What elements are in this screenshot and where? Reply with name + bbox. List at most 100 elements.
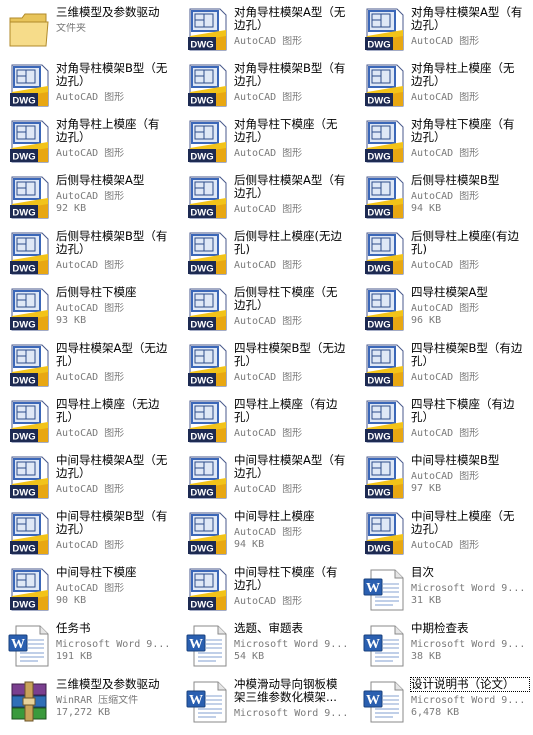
file-item[interactable]: W 任务书 Microsoft Word 9... 191 KB [2, 618, 177, 674]
svg-text:DWG: DWG [190, 376, 213, 387]
file-name: 任务书 [56, 622, 91, 635]
file-name: 中间导柱模架A型（有 边孔） [234, 454, 346, 480]
file-item[interactable]: DWG 四导柱模架B型（无边 孔） AutoCAD 图形 [180, 338, 355, 394]
file-name: 中间导柱模架B型（有 边孔） [56, 510, 168, 536]
file-type: Microsoft Word 9... [411, 695, 526, 706]
svg-text:DWG: DWG [12, 600, 35, 611]
dwg-file-icon: DWG [6, 230, 52, 276]
file-item[interactable]: DWG 四导柱模架A型（无边 孔） AutoCAD 图形 [2, 338, 177, 394]
file-size: 6,478 KB [411, 707, 460, 718]
dwg-file-icon: DWG [6, 398, 52, 444]
dwg-file-icon: DWG [361, 398, 407, 444]
file-item[interactable]: DWG 对角导柱模架B型（有 边孔） AutoCAD 图形 [180, 58, 355, 114]
dwg-file-icon: DWG [6, 342, 52, 388]
file-type: AutoCAD 图形 [411, 148, 480, 159]
file-item[interactable]: DWG 四导柱模架B型（有边 孔） AutoCAD 图形 [357, 338, 532, 394]
file-item[interactable]: DWG 后侧导柱下模座 AutoCAD 图形 93 KB [2, 282, 177, 338]
file-type: AutoCAD 图形 [56, 583, 125, 594]
file-size: 94 KB [411, 203, 442, 214]
file-item[interactable]: DWG 四导柱上模座（有边 孔） AutoCAD 图形 [180, 394, 355, 450]
file-size: 31 KB [411, 595, 442, 606]
file-item[interactable]: DWG 对角导柱模架B型（无 边孔） AutoCAD 图形 [2, 58, 177, 114]
file-item[interactable]: DWG 对角导柱下模座（无 边孔） AutoCAD 图形 [180, 114, 355, 170]
file-name: 对角导柱上模座（有 边孔） [56, 118, 160, 144]
dwg-file-icon: DWG [184, 174, 230, 220]
svg-text:DWG: DWG [190, 96, 213, 107]
file-item[interactable]: W 设计说明书（论文） Microsoft Word 9... 6,478 KB [357, 674, 532, 730]
file-item[interactable]: DWG 中间导柱模架B型（有 边孔） AutoCAD 图形 [2, 506, 177, 562]
file-item[interactable]: DWG 后侧导柱上模座(有边 孔) AutoCAD 图形 [357, 226, 532, 282]
file-type: AutoCAD 图形 [234, 428, 303, 439]
file-name: 四导柱模架B型（有边 孔） [411, 342, 523, 368]
svg-text:DWG: DWG [12, 152, 35, 163]
file-type: AutoCAD 图形 [56, 540, 125, 551]
file-item[interactable]: DWG 后侧导柱模架B型（有 边孔） AutoCAD 图形 [2, 226, 177, 282]
file-type: AutoCAD 图形 [234, 92, 303, 103]
file-size: 90 KB [56, 595, 87, 606]
file-item[interactable]: W 目次 Microsoft Word 9... 31 KB [357, 562, 532, 618]
file-name: 后侧导柱模架B型 [411, 174, 500, 187]
file-item[interactable]: DWG 四导柱上模座（无边 孔） AutoCAD 图形 [2, 394, 177, 450]
file-name: 中间导柱上模座 [234, 510, 315, 523]
file-item[interactable]: DWG 对角导柱上模座（无 边孔） AutoCAD 图形 [357, 58, 532, 114]
svg-text:DWG: DWG [190, 432, 213, 443]
file-item[interactable]: DWG 后侧导柱上模座(无边 孔) AutoCAD 图形 [180, 226, 355, 282]
file-name: 设计说明书（论文） [410, 677, 530, 692]
word-doc-icon: W [6, 622, 52, 668]
svg-text:DWG: DWG [367, 488, 390, 499]
svg-text:DWG: DWG [367, 320, 390, 331]
svg-text:DWG: DWG [12, 264, 35, 275]
file-item[interactable]: DWG 后侧导柱模架A型 AutoCAD 图形 92 KB [2, 170, 177, 226]
file-item[interactable]: W 中期检查表 Microsoft Word 9... 38 KB [357, 618, 532, 674]
svg-text:DWG: DWG [12, 320, 35, 331]
dwg-file-icon: DWG [184, 286, 230, 332]
winrar-archive-icon [6, 678, 52, 724]
file-item[interactable]: DWG 对角导柱模架A型（有 边孔） AutoCAD 图形 [357, 2, 532, 58]
svg-text:DWG: DWG [367, 208, 390, 219]
svg-text:W: W [366, 637, 380, 652]
svg-text:DWG: DWG [190, 40, 213, 51]
file-item[interactable]: DWG 后侧导柱下模座（无 边孔） AutoCAD 图形 [180, 282, 355, 338]
file-size: 17,272 KB [56, 707, 111, 718]
file-item[interactable]: DWG 中间导柱上模座（无 边孔） AutoCAD 图形 [357, 506, 532, 562]
file-item[interactable]: W 冲模滑动导向钢板模 架三维参数化模架... Microsoft Word 9.… [180, 674, 355, 730]
file-item[interactable]: DWG 对角导柱下模座（有 边孔） AutoCAD 图形 [357, 114, 532, 170]
file-item[interactable]: DWG 中间导柱下模座 AutoCAD 图形 90 KB [2, 562, 177, 618]
file-item[interactable]: DWG 中间导柱下模座（有 边孔） AutoCAD 图形 [180, 562, 355, 618]
dwg-file-icon: DWG [184, 230, 230, 276]
file-name: 后侧导柱上模座(有边 孔) [411, 230, 519, 256]
file-type: AutoCAD 图形 [56, 92, 125, 103]
file-item[interactable]: W 选题、审题表 Microsoft Word 9... 54 KB [180, 618, 355, 674]
file-name: 对角导柱下模座（有 边孔） [411, 118, 515, 144]
file-name: 对角导柱下模座（无 边孔） [234, 118, 338, 144]
file-type: AutoCAD 图形 [234, 372, 303, 383]
file-item[interactable]: DWG 四导柱模架A型 AutoCAD 图形 96 KB [357, 282, 532, 338]
file-type: Microsoft Word 9... [411, 583, 526, 594]
file-name: 对角导柱模架A型（有 边孔） [411, 6, 523, 32]
file-type: AutoCAD 图形 [411, 303, 480, 314]
dwg-file-icon: DWG [361, 230, 407, 276]
dwg-file-icon: DWG [361, 454, 407, 500]
file-item[interactable]: DWG 四导柱下模座（有边 孔） AutoCAD 图形 [357, 394, 532, 450]
file-item[interactable]: 三维模型及参数驱动 WinRAR 压缩文件 17,272 KB [2, 674, 177, 730]
file-item[interactable]: DWG 后侧导柱模架A型（有 边孔） AutoCAD 图形 [180, 170, 355, 226]
file-size: 93 KB [56, 315, 87, 326]
file-size: 96 KB [411, 315, 442, 326]
file-item[interactable]: DWG 中间导柱模架A型（有 边孔） AutoCAD 图形 [180, 450, 355, 506]
file-name: 中间导柱下模座 [56, 566, 137, 579]
file-item[interactable]: DWG 中间导柱模架B型 AutoCAD 图形 97 KB [357, 450, 532, 506]
file-type: AutoCAD 图形 [411, 36, 480, 47]
file-item[interactable]: DWG 对角导柱上模座（有 边孔） AutoCAD 图形 [2, 114, 177, 170]
file-size: 54 KB [234, 651, 265, 662]
file-item[interactable]: DWG 后侧导柱模架B型 AutoCAD 图形 94 KB [357, 170, 532, 226]
file-name: 对角导柱模架B型（无 边孔） [56, 62, 168, 88]
file-item[interactable]: 三维模型及参数驱动 文件夹 [2, 2, 177, 58]
svg-text:DWG: DWG [367, 40, 390, 51]
file-item[interactable]: DWG 中间导柱模架A型（无 边孔） AutoCAD 图形 [2, 450, 177, 506]
dwg-file-icon: DWG [6, 118, 52, 164]
svg-text:DWG: DWG [12, 96, 35, 107]
svg-text:DWG: DWG [190, 320, 213, 331]
file-item[interactable]: DWG 对角导柱模架A型（无 边孔） AutoCAD 图形 [180, 2, 355, 58]
file-type: 文件夹 [56, 23, 86, 34]
file-item[interactable]: DWG 中间导柱上模座 AutoCAD 图形 94 KB [180, 506, 355, 562]
